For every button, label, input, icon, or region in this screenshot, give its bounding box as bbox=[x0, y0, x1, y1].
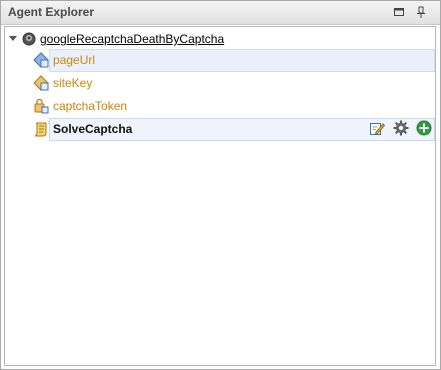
tree-item-captchatoken[interactable]: captchaToken bbox=[30, 95, 435, 117]
row-actions bbox=[366, 120, 432, 136]
add-icon[interactable] bbox=[416, 120, 432, 136]
variable-label: siteKey bbox=[53, 76, 93, 90]
agent-icon bbox=[22, 32, 36, 46]
tree-item-sitekey[interactable]: siteKey bbox=[30, 72, 435, 94]
edit-icon[interactable] bbox=[369, 120, 386, 136]
variable-input-icon bbox=[33, 52, 49, 68]
restore-window-icon[interactable] bbox=[392, 5, 406, 19]
agent-name[interactable]: googleRecaptchaDeathByCaptcha bbox=[40, 32, 224, 46]
panel-titlebar: Agent Explorer bbox=[1, 1, 440, 25]
variable-label: pageUrl bbox=[53, 53, 96, 67]
tree-item-solvecaptcha[interactable]: SolveCaptcha bbox=[30, 118, 435, 141]
variable-output-icon bbox=[33, 98, 49, 114]
agent-tree: googleRecaptchaDeathByCaptcha pageUrl si… bbox=[4, 26, 436, 366]
collapse-arrow-icon[interactable] bbox=[9, 36, 17, 41]
tree-item-pageurl[interactable]: pageUrl bbox=[30, 49, 435, 72]
variable-label: captchaToken bbox=[53, 99, 128, 113]
tree-root-node[interactable]: googleRecaptchaDeathByCaptcha bbox=[5, 29, 435, 49]
script-icon bbox=[33, 121, 49, 137]
script-label: SolveCaptcha bbox=[53, 122, 133, 136]
gear-icon[interactable] bbox=[393, 120, 409, 136]
pin-icon[interactable] bbox=[414, 5, 428, 19]
variable-input-icon bbox=[33, 75, 49, 91]
agent-explorer-panel: Agent Explorer googleRecaptchaDeathByCap… bbox=[0, 0, 441, 370]
panel-title: Agent Explorer bbox=[8, 5, 95, 19]
